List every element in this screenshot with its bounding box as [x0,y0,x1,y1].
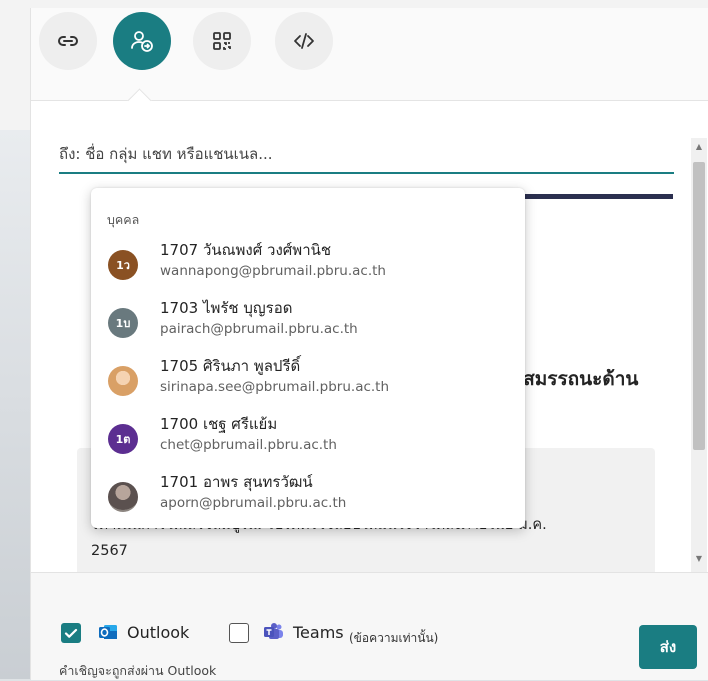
teams-checkbox[interactable] [229,623,249,643]
invite-via-outlook-note: คำเชิญจะถูกส่งผ่าน Outlook [59,663,217,678]
teams-note: (ข้อความเท่านั้น) [349,631,439,645]
person-email: aporn@pbrumail.pbru.ac.th [160,495,347,511]
qr-code-icon [213,32,231,50]
share-panel: ร้างสมรรถนะด้าน สมรรถนะด้าน ช้เวลา2นาทีใ [30,8,708,680]
suggestions-header: บุคคล [107,212,140,227]
link-icon [58,36,78,46]
people-add-icon [131,31,153,52]
people-suggestions-dropdown: บุคคล 1ว 1707 วันณพงศ์ วงศ์พานิช wannapo… [91,188,525,528]
scroll-up-arrow-icon[interactable]: ▲ [694,142,704,152]
code-icon [294,33,314,49]
person-name: 1701 อาพร สุนทรวัฒน์ [160,473,313,491]
suggestion-person[interactable]: 1บ 1703 ไพรัช บุญรอด pairach@pbrumail.pb… [91,294,525,350]
person-name: 1705 ศิรินภา พูลปรีดิ์ [160,357,301,375]
avatar-photo [108,482,138,512]
suggestion-person[interactable]: 1ต 1700 เชฐ ศรีแย้ม chet@pbrumail.pbru.a… [91,410,525,466]
avatar-photo [108,366,138,396]
teams-icon [264,623,283,639]
person-name: 1707 วันณพงศ์ วงศ์พานิช [160,241,332,259]
send-options-footer: Outlook Teams (ข้อความเท่านั้น) คำเชิญจะ… [31,572,708,680]
person-email: wannapong@pbrumail.pbru.ac.th [160,263,386,279]
person-email: chet@pbrumail.pbru.ac.th [160,437,337,453]
person-name: 1700 เชฐ ศรีแย้ม [160,415,278,433]
share-method-tabs [31,8,708,101]
message-line: 2567 [91,543,128,559]
suggestion-person[interactable]: 1ว 1707 วันณพงศ์ วงศ์พานิช wannapong@pbr… [91,236,525,292]
scroll-down-arrow-icon[interactable]: ▼ [694,554,704,564]
person-name: 1703 ไพรัช บุญรอด [160,299,293,317]
person-email: sirinapa.see@pbrumail.pbru.ac.th [160,379,390,395]
outlook-checkbox[interactable] [61,623,81,643]
person-email: pairach@pbrumail.pbru.ac.th [160,321,358,337]
teams-label: Teams [293,623,344,642]
avatar: 1ต [108,424,138,454]
background-left [0,130,30,679]
suggestion-person[interactable]: 1705 ศิรินภา พูลปรีดิ์ sirinapa.see@pbru… [91,352,525,408]
scrollbar-thumb[interactable] [693,162,705,450]
avatar: 1ว [108,250,138,280]
avatar: 1บ [108,308,138,338]
tab-qr-code[interactable] [193,12,251,70]
checkmark-icon [64,628,78,638]
outlook-label: Outlook [127,623,190,642]
tab-link[interactable] [39,12,97,70]
tab-invite-people[interactable] [113,12,171,70]
suggestion-person[interactable]: 1701 อาพร สุนทรวัฒน์ aporn@pbrumail.pbru… [91,468,525,524]
outlook-icon [99,625,117,639]
tab-embed-code[interactable] [275,12,333,70]
send-button[interactable]: ส่ง [639,625,697,669]
